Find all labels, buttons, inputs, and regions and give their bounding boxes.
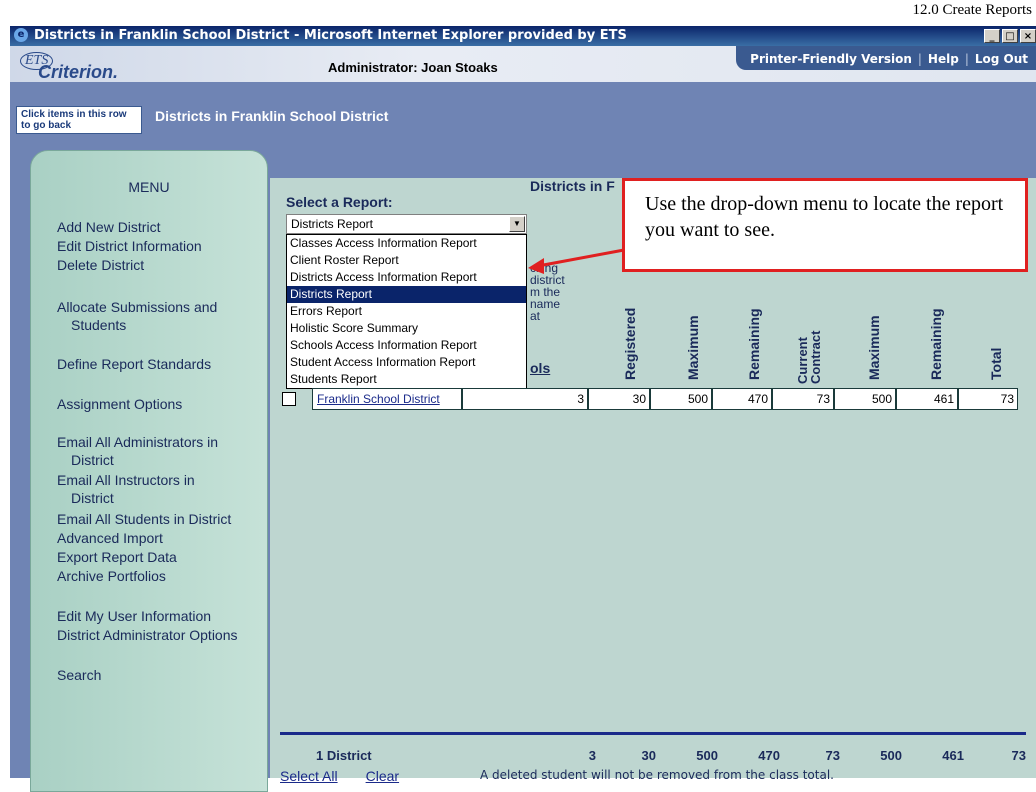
clear-link[interactable]: Clear: [366, 768, 399, 784]
cell-maximum: 500: [650, 388, 712, 410]
menu-email-instructors[interactable]: Email All Instructors in: [57, 472, 195, 489]
district-name-link[interactable]: Franklin School District: [312, 388, 462, 410]
menu-add-new-district[interactable]: Add New District: [57, 219, 160, 236]
total-remaining: 470: [758, 748, 780, 763]
table-row: Franklin School District 3 30 500 470 73…: [274, 388, 1018, 410]
printer-friendly-link[interactable]: Printer-Friendly Version: [750, 52, 912, 66]
cell-maximum-2: 500: [834, 388, 896, 410]
menu-title: MENU: [128, 179, 170, 195]
back-breadcrumb-button[interactable]: Click items in this row to go back: [16, 106, 142, 134]
close-button[interactable]: ×: [1020, 29, 1036, 43]
total-current-contract: 73: [825, 748, 840, 763]
minimize-button[interactable]: _: [984, 29, 1000, 43]
cell-registered: 30: [588, 388, 650, 410]
callout-arrow-icon: [528, 248, 625, 274]
report-select[interactable]: Districts Report ▼: [286, 214, 527, 234]
cell-remaining: 470: [712, 388, 772, 410]
option-districts-report[interactable]: Districts Report: [287, 286, 526, 303]
total-maximum: 500: [696, 748, 718, 763]
deletion-note: A deleted student will not be removed fr…: [480, 768, 834, 782]
menu-email-administrators-line2[interactable]: District: [71, 452, 114, 469]
menu-edit-my-user-information[interactable]: Edit My User Information: [57, 608, 211, 625]
window-title-bar[interactable]: e Districts in Franklin School District …: [10, 26, 1036, 46]
total-maximum-2: 500: [880, 748, 902, 763]
menu-advanced-import[interactable]: Advanced Import: [57, 530, 163, 547]
administrator-label: Administrator: Joan Stoaks: [328, 60, 498, 75]
column-header-maximum: Maximum: [685, 315, 701, 380]
option-student-access-information-report[interactable]: Student Access Information Report: [287, 354, 526, 371]
select-all-link[interactable]: Select All: [280, 768, 338, 784]
criterion-logo: ETS Criterion.: [20, 52, 170, 82]
column-header-remaining: Remaining: [746, 308, 762, 380]
document-header-text: 12.0 Create Reports: [912, 2, 1032, 18]
selection-links: Select All Clear: [280, 768, 427, 784]
menu-edit-district-information[interactable]: Edit District Information: [57, 238, 202, 255]
side-menu: MENU Add New District Edit District Info…: [30, 150, 268, 792]
column-header-maximum-2: Maximum: [866, 315, 882, 380]
report-select-value: Districts Report: [291, 217, 374, 231]
menu-email-administrators[interactable]: Email All Administrators in: [57, 434, 218, 451]
chevron-down-icon[interactable]: ▼: [509, 216, 525, 232]
page-title: Districts in F: [530, 178, 615, 194]
cell-total: 73: [958, 388, 1018, 410]
current-contract-label: Current Contract: [795, 330, 823, 384]
header-links: Printer-Friendly Version | Help | Log Out: [736, 46, 1036, 70]
menu-define-report-standards[interactable]: Define Report Standards: [57, 356, 211, 373]
column-header-registered: Registered: [622, 307, 638, 380]
schools-column-header[interactable]: ols: [530, 360, 550, 376]
menu-search[interactable]: Search: [57, 667, 101, 684]
option-students-report[interactable]: Students Report: [287, 371, 526, 388]
criterion-wordmark: Criterion.: [38, 62, 119, 82]
link-separator: |: [917, 52, 922, 66]
link-separator: |: [964, 52, 969, 66]
totals-label: 1 District: [316, 748, 372, 763]
total-schools: 3: [588, 748, 596, 763]
total-total: 73: [1011, 748, 1026, 763]
column-header-total: Total: [988, 347, 1004, 380]
option-classes-access-information-report[interactable]: Classes Access Information Report: [287, 235, 526, 252]
select-report-label: Select a Report:: [286, 194, 393, 210]
breadcrumb-current: Districts in Franklin School District: [155, 108, 389, 124]
option-client-roster-report[interactable]: Client Roster Report: [287, 252, 526, 269]
option-holistic-score-summary[interactable]: Holistic Score Summary: [287, 320, 526, 337]
menu-export-report-data[interactable]: Export Report Data: [57, 549, 177, 566]
total-registered: 30: [641, 748, 656, 763]
option-schools-access-information-report[interactable]: Schools Access Information Report: [287, 337, 526, 354]
menu-assignment-options[interactable]: Assignment Options: [57, 396, 182, 413]
instruction-callout: Use the drop-down menu to locate the rep…: [622, 178, 1028, 272]
row-checkbox[interactable]: [282, 392, 296, 406]
instruction-line: at: [530, 309, 541, 323]
internet-explorer-icon: e: [14, 28, 28, 42]
report-dropdown-list[interactable]: Classes Access Information Report Client…: [286, 234, 527, 389]
total-remaining-2: 461: [942, 748, 964, 763]
header-band: [10, 82, 1036, 100]
document-header: 12.0 Create Reports: [0, 0, 1036, 24]
totals-row: 1 District 3 30 500 470 73 500 461 73: [270, 748, 1036, 768]
menu-email-students[interactable]: Email All Students in District: [57, 511, 231, 528]
help-link[interactable]: Help: [928, 52, 959, 66]
window-title: Districts in Franklin School District - …: [34, 28, 627, 43]
menu-district-administrator-options[interactable]: District Administrator Options: [57, 627, 238, 644]
cell-current-contract: 73: [772, 388, 834, 410]
column-header-current-contract: Current Contract: [795, 314, 823, 384]
option-errors-report[interactable]: Errors Report: [287, 303, 526, 320]
totals-divider: [280, 732, 1026, 735]
menu-email-instructors-line2[interactable]: District: [71, 490, 114, 507]
option-districts-access-information-report[interactable]: Districts Access Information Report: [287, 269, 526, 286]
menu-archive-portfolios[interactable]: Archive Portfolios: [57, 568, 166, 585]
menu-delete-district[interactable]: Delete District: [57, 257, 144, 274]
menu-allocate-submissions-line2[interactable]: Students: [71, 317, 126, 334]
log-out-link[interactable]: Log Out: [975, 52, 1028, 66]
app-header: ETS Criterion. Administrator: Joan Stoak…: [10, 46, 1036, 82]
window-controls: _ □ ×: [982, 28, 1036, 43]
menu-allocate-submissions[interactable]: Allocate Submissions and: [57, 299, 217, 316]
cell-remaining-2: 461: [896, 388, 958, 410]
cell-schools: 3: [462, 388, 588, 410]
column-header-remaining-2: Remaining: [928, 308, 944, 380]
maximize-button[interactable]: □: [1002, 29, 1018, 43]
breadcrumb-bar: Click items in this row to go back Distr…: [10, 100, 1036, 146]
